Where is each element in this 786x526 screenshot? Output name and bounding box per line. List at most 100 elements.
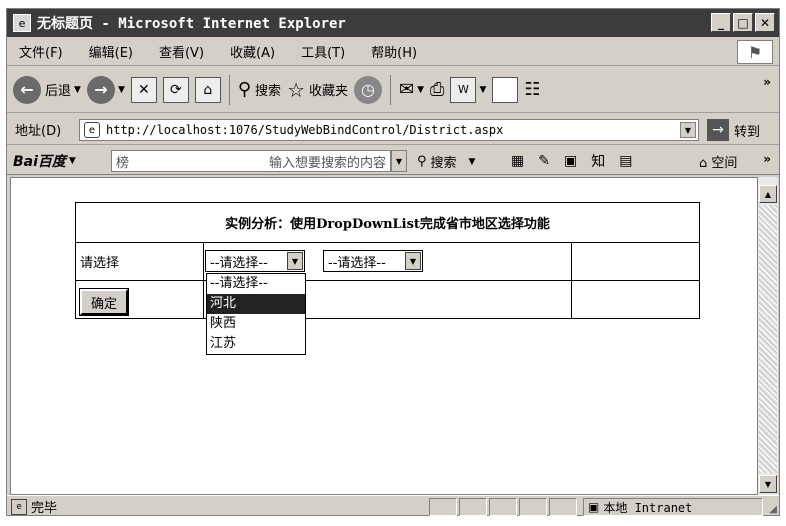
go-button[interactable]: → 转到 [707,119,760,141]
status-panel [519,498,547,516]
edit-dropdown-icon[interactable]: ▼ [479,85,486,95]
magnifier-icon: ⚲ [237,79,252,100]
discuss-button[interactable] [492,76,519,103]
home-icon: ⌂ [194,76,221,103]
history-icon: ◷ [354,75,383,104]
baidu-tool-icons: ▦ ✎ ▣ 知 ▤ [511,151,632,171]
address-bar: 地址(D) e http://localhost:1076/StudyWebBi… [7,115,779,145]
mail-dropdown-icon[interactable]: ▼ [417,85,424,95]
baidu-placeholder: 输入想要搜索的内容 [268,155,386,171]
minimize-button[interactable]: _ [711,13,731,32]
windows-logo-icon: ⚑ [737,40,773,64]
province-option-highlighted[interactable]: 河北 [207,294,305,314]
baidu-input-dropdown-icon[interactable]: ▼ [391,150,407,172]
search-button[interactable]: ⚲ 搜索 [238,79,281,100]
gift-icon[interactable]: ▦ [511,153,524,169]
print-button[interactable]: ⎙ [430,79,444,100]
refresh-button[interactable]: ⟳ [162,76,189,103]
history-button[interactable]: ◷ [354,75,383,104]
menu-file[interactable]: 文件(F) [19,42,63,61]
page-done-icon: e [11,498,27,515]
image-icon[interactable]: ▣ [564,153,577,169]
menu-favorites[interactable]: 收藏(A) [230,42,275,61]
security-zone: ▣ 本地 Intranet [583,498,763,516]
menu-tools[interactable]: 工具(T) [301,42,345,61]
baidu-more-icon[interactable]: » [763,152,771,166]
calendar-icon[interactable]: ▤ [619,153,632,169]
back-arrow-icon: ← [13,75,41,104]
baidu-menu-icon[interactable]: ▼ [69,156,76,166]
scroll-down-icon[interactable]: ▼ [759,475,777,493]
page-content: 实例分析：使用DropDownList完成省市地区选择功能 请选择 --请选择-… [10,177,758,495]
zone-text: 本地 Intranet [603,500,693,515]
scroll-up-icon[interactable]: ▲ [759,185,777,203]
back-button[interactable]: ← 后退 ▼ [13,75,81,104]
word-icon: W [450,76,477,103]
edit-button[interactable]: W ▼ [450,76,486,103]
baidu-space-button[interactable]: ⌂ 空间 [699,152,737,171]
status-panel [549,498,577,516]
status-text: 完毕 [31,501,58,516]
province-select[interactable]: --请选择-- ▼ [205,250,305,272]
baidu-search-button[interactable]: ⚲ 搜索 ▼ [417,152,475,171]
baidu-space-label: 空间 [711,156,738,171]
forward-button[interactable]: → ▼ [86,75,125,104]
toolbar-separator [390,74,392,105]
search-label: 搜索 [255,84,282,99]
vertical-scrollbar[interactable]: ▲ ▼ [758,177,778,495]
status-panel [459,498,487,516]
magnifier-icon: ⚲ [417,154,427,169]
address-dropdown-icon[interactable]: ▼ [680,122,696,138]
address-url[interactable]: http://localhost:1076/StudyWebBindContro… [106,123,503,137]
back-dropdown-icon[interactable]: ▼ [74,85,81,95]
toolbar: ← 后退 ▼ → ▼ ✕ ⟳ ⌂ ⚲ 搜索 ☆ 收藏夹 ◷ ✉ ▼ ⎙ W ▼ … [7,67,779,113]
discuss-icon [492,76,519,103]
toolbar-more-icon[interactable]: » [763,75,771,89]
refresh-icon: ⟳ [162,76,189,103]
menu-help[interactable]: 帮助(H) [371,42,417,61]
chevron-down-icon[interactable]: ▼ [287,252,303,270]
maximize-button[interactable]: □ [733,13,753,32]
prompt-label: 请选择 [75,242,204,281]
messenger-button[interactable]: ☷ [524,79,540,100]
city-select-value: --请选择-- [328,255,386,271]
page-heading: 实例分析：使用DropDownList完成省市地区选择功能 [75,202,700,243]
ie-page-icon: e [13,14,31,32]
city-select[interactable]: --请选择-- ▼ [323,250,423,272]
chevron-down-icon[interactable]: ▼ [405,252,421,270]
favorites-label: 收藏夹 [309,84,349,99]
province-option[interactable]: 江苏 [207,334,305,354]
window-title: 无标题页 - Microsoft Internet Explorer [37,16,346,32]
status-bar: e 完毕 ▣ 本地 Intranet ◢ [7,495,779,517]
printer-icon: ⎙ [430,79,445,100]
home-button[interactable]: ⌂ [194,76,221,103]
province-option[interactable]: 陕西 [207,314,305,334]
stop-button[interactable]: ✕ [130,76,157,103]
computer-icon: ▣ [588,500,600,514]
menu-edit[interactable]: 编辑(E) [89,42,133,61]
mail-button[interactable]: ✉ ▼ [399,79,424,100]
baidu-search-input[interactable]: 榜 输入想要搜索的内容 [111,150,391,172]
close-button[interactable]: ✕ [755,13,775,32]
tieba-icon[interactable]: ✎ [538,153,550,169]
address-input[interactable]: e http://localhost:1076/StudyWebBindCont… [79,119,699,141]
window-controls: _ □ ✕ [711,13,775,32]
stop-icon: ✕ [130,76,157,103]
scroll-track[interactable] [759,205,777,473]
menu-view[interactable]: 查看(V) [159,42,204,61]
go-label: 转到 [734,124,761,140]
address-label: 地址(D) [15,124,62,139]
favorites-button[interactable]: ☆ 收藏夹 [287,78,348,102]
back-label: 后退 [45,84,72,99]
baidu-logo[interactable]: Bai百度 [13,151,66,171]
baidu-search-dropdown-icon[interactable]: ▼ [469,157,476,167]
status-panel [489,498,517,516]
ok-button[interactable]: 确定 [79,288,129,316]
mail-icon: ✉ [399,79,415,100]
province-option[interactable]: --请选择-- [207,274,305,294]
forward-dropdown-icon[interactable]: ▼ [118,85,125,95]
forward-arrow-icon: → [86,75,115,104]
resize-grip-icon[interactable]: ◢ [769,504,777,515]
baidu-toolbar: Bai百度 ▼ 榜 输入想要搜索的内容 ▼ ⚲ 搜索 ▼ ▦ ✎ ▣ 知 ▤ ⌂… [7,147,779,175]
zhidao-icon[interactable]: 知 [591,151,605,171]
